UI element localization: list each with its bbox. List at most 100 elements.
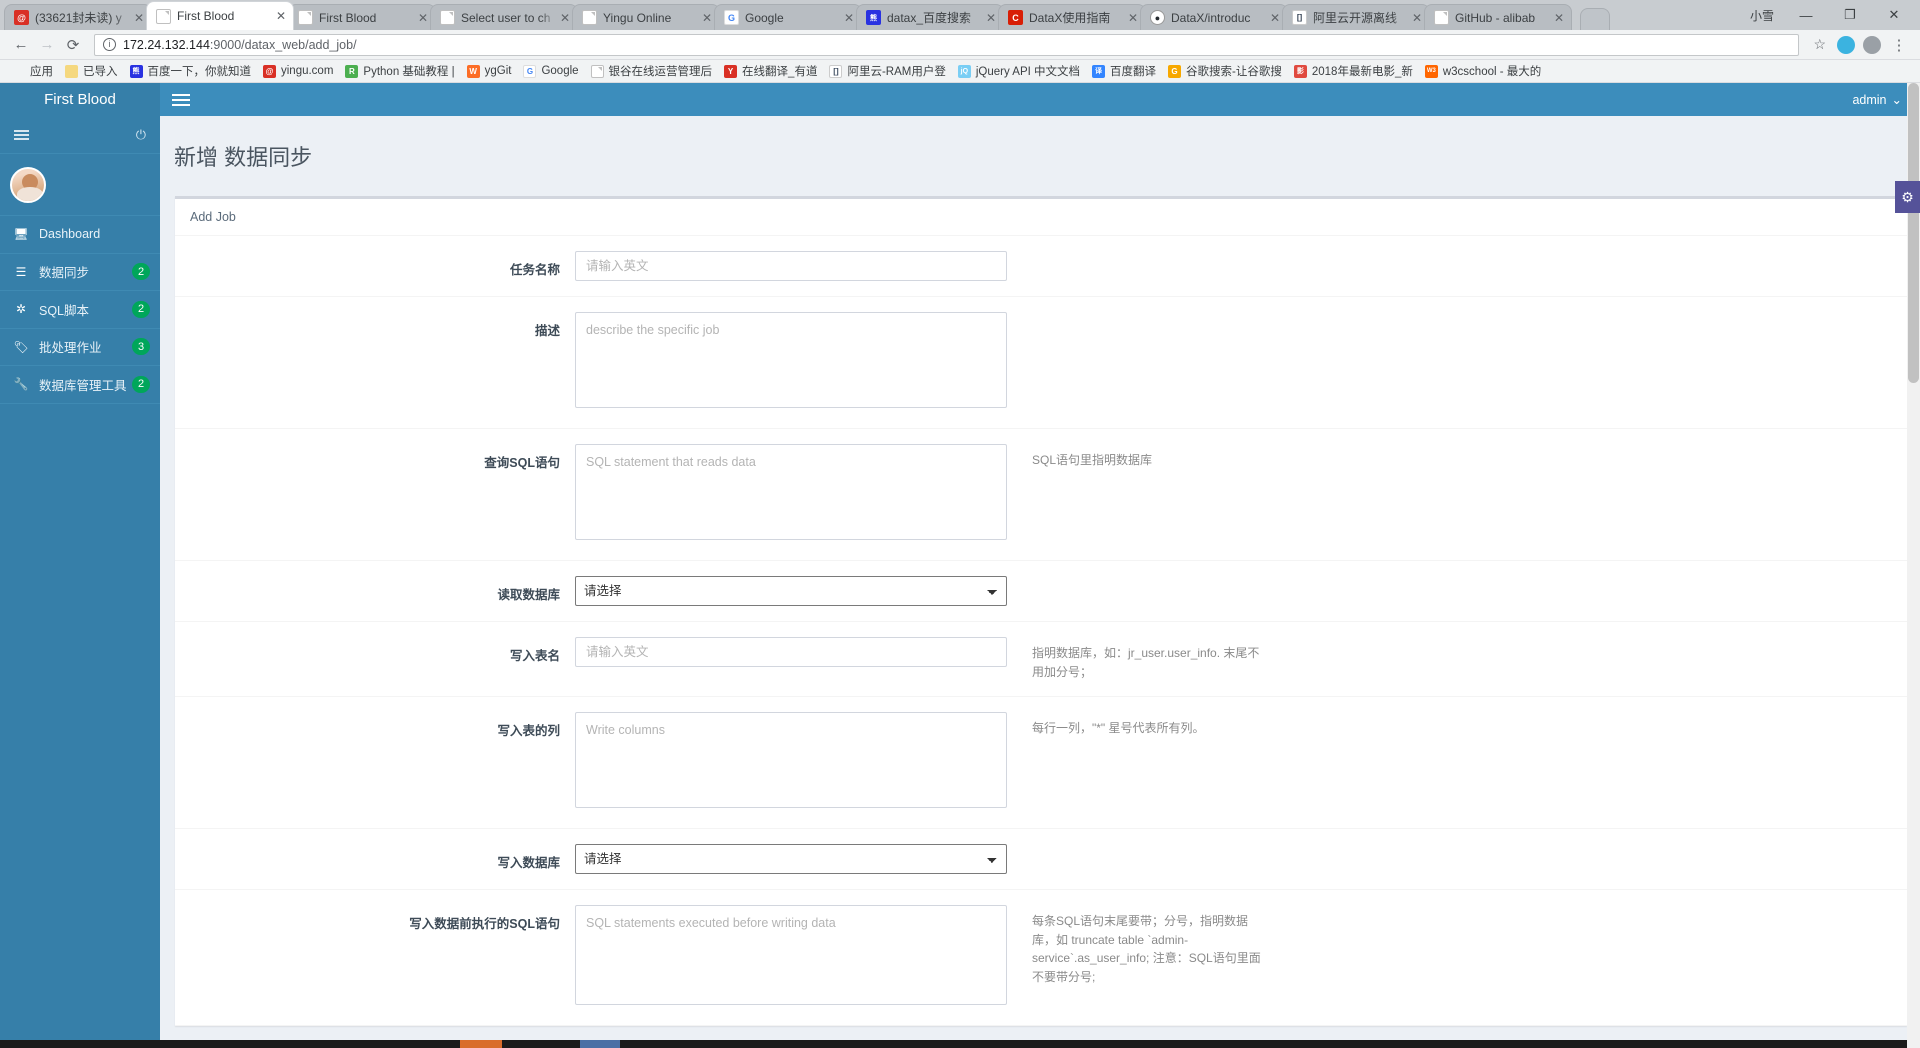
browser-tab[interactable]: First Blood ✕ (288, 4, 436, 30)
mail-icon: @ (14, 10, 29, 25)
new-tab-button[interactable] (1580, 8, 1610, 30)
doc-icon (582, 10, 597, 25)
scrollbar-thumb[interactable] (1908, 83, 1919, 383)
bookmark-item[interactable]: 银谷在线运营管理后 (585, 61, 719, 81)
back-icon[interactable]: ← (8, 32, 34, 58)
bookmark-item[interactable]: 影 2018年最新电影_新 (1288, 61, 1419, 81)
write-columns-textarea[interactable] (575, 712, 1007, 809)
bookmark-item[interactable]: jQ jQuery API 中文文档 (952, 61, 1086, 81)
field-control (575, 905, 1007, 1010)
bookmark-label: 银谷在线运营管理后 (608, 66, 713, 78)
taskbar-item[interactable] (580, 1040, 620, 1048)
close-icon[interactable]: ✕ (1551, 10, 1567, 26)
close-window-icon[interactable]: ✕ (1872, 0, 1916, 30)
settings-gear-icon[interactable]: ⚙ (1895, 181, 1920, 213)
sidebar-item-dashboard[interactable]: 🖥 Dashboard (0, 216, 160, 254)
bookmark-item[interactable]: G 谷歌搜索-让谷歌搜 (1162, 61, 1288, 81)
sidebar-item-batch-job[interactable]: 🏷 批处理作业 3 (0, 329, 160, 366)
field-label: 写入表名 (509, 649, 560, 663)
field-control (575, 637, 1007, 667)
bookmark-item[interactable]: W3 w3cschool - 最大的 (1419, 61, 1547, 81)
bookmark-star-icon[interactable]: ☆ (1807, 36, 1832, 53)
sidebar-item-data-sync[interactable]: ☰ 数据同步 2 (0, 254, 160, 291)
sidebar-nav: 🖥 Dashboard ☰ 数据同步 2 ✲ SQL脚本 2 🏷 批处理作业 3… (0, 216, 160, 404)
bookmark-item[interactable]: 熊 百度一下，你就知道 (124, 61, 258, 81)
menu-icon[interactable] (172, 93, 190, 106)
collapse-menu-icon[interactable] (14, 129, 29, 140)
app-brand[interactable]: First Blood (0, 83, 160, 116)
sidebar-badge: 2 (132, 375, 150, 393)
extension-icon-1[interactable] (1837, 35, 1855, 54)
url-host: 172.24.132.144 (123, 37, 210, 52)
bookmark-item[interactable]: @ yingu.com (257, 61, 339, 81)
close-icon[interactable]: ✕ (1409, 10, 1425, 26)
forward-icon[interactable]: → (34, 32, 60, 58)
maximize-icon[interactable]: ❐ (1828, 0, 1872, 30)
close-icon[interactable]: ✕ (131, 10, 147, 26)
site-info-icon[interactable]: i (103, 38, 116, 51)
bookmark-item[interactable]: R Python 基础教程 | (339, 61, 460, 81)
tab-title: 阿里云开源离线 (1313, 10, 1398, 25)
pre-sql-textarea[interactable] (575, 905, 1007, 1006)
close-icon[interactable]: ✕ (841, 10, 857, 26)
browser-tab-active[interactable]: First Blood ✕ (146, 1, 294, 30)
close-icon[interactable]: ✕ (1267, 10, 1283, 26)
sidebar-item-sql-script[interactable]: ✲ SQL脚本 2 (0, 291, 160, 329)
close-icon[interactable]: ✕ (1125, 10, 1141, 26)
write-table-input[interactable] (575, 637, 1007, 667)
job-name-input[interactable] (575, 251, 1007, 281)
add-job-panel: Add Job 任务名称 描述 (175, 196, 1907, 1027)
browser-tab[interactable]: @ (33621封未读) y ✕ (4, 4, 152, 30)
browser-tab[interactable]: 熊 datax_百度搜索 ✕ (856, 4, 1004, 30)
extension-icon-2[interactable] (1863, 35, 1881, 54)
tab-title: Google (745, 10, 784, 25)
bookmark-item[interactable]: Y 在线翻译_有道 (718, 61, 823, 81)
browser-tab[interactable]: G Google ✕ (714, 4, 862, 30)
chrome-menu-icon[interactable]: ⋮ (1886, 32, 1912, 58)
folder-icon (65, 64, 78, 78)
browser-tab[interactable]: ● DataX/introduc ✕ (1140, 4, 1288, 30)
sidebar-badge: 2 (132, 300, 150, 318)
bookmark-item[interactable]: G Google (517, 61, 584, 81)
address-bar[interactable]: i 172.24.132.144 :9000/datax_web/add_job… (94, 33, 1800, 56)
tab-title: GitHub - alibab (1455, 10, 1536, 25)
description-textarea[interactable] (575, 312, 1007, 408)
page-viewport: First Blood admin ⌄ ⏻ 🖥 Dashboard ☰ 数据同步… (0, 83, 1920, 1048)
doc-icon (1434, 10, 1449, 25)
field-label: 写入表的列 (497, 724, 560, 739)
browser-tab[interactable]: GitHub - alibab ✕ (1424, 4, 1572, 30)
browser-tab[interactable]: Yingu Online ✕ (572, 4, 720, 30)
browser-tab[interactable]: [] 阿里云开源离线 ✕ (1282, 4, 1430, 30)
reload-icon[interactable]: ⟳ (60, 32, 86, 58)
tab-title: First Blood (177, 9, 235, 23)
w3c-icon: W3 (1424, 64, 1438, 78)
toolbar-actions: ☆ ⋮ (1807, 32, 1912, 58)
browser-tab[interactable]: C DataX使用指南 ✕ (998, 4, 1146, 30)
minimize-icon[interactable]: — (1784, 0, 1828, 30)
close-icon[interactable]: ✕ (273, 8, 289, 24)
page-scrollbar[interactable] (1907, 83, 1920, 1048)
user-menu[interactable]: admin ⌄ (1852, 92, 1908, 108)
bookmark-item[interactable]: W ygGit (461, 61, 518, 81)
taskbar-item-active[interactable] (460, 1040, 502, 1048)
field-hint: 指明数据库，如：jr_user.user_info. 末尾不用加分号； (1032, 646, 1260, 679)
close-icon[interactable]: ✕ (557, 10, 573, 26)
close-icon[interactable]: ✕ (699, 10, 715, 26)
close-icon[interactable]: ✕ (415, 10, 431, 26)
bookmark-item[interactable]: [] 阿里云-RAM用户登 (823, 61, 951, 81)
bookmark-label: 阿里云-RAM用户登 (847, 66, 946, 78)
write-database-select[interactable]: 请选择 (575, 844, 1007, 875)
power-icon[interactable]: ⏻ (136, 127, 146, 143)
browser-tab[interactable]: Select user to ch ✕ (430, 4, 578, 30)
sidebar-item-db-tools[interactable]: 🔧 数据库管理工具 2 (0, 366, 160, 404)
field-label: 任务名称 (509, 263, 560, 277)
close-icon[interactable]: ✕ (983, 10, 999, 26)
avatar[interactable] (10, 166, 46, 203)
field-label: 写入数据前执行的SQL语句 (409, 917, 560, 932)
read-database-select[interactable]: 请选择 (575, 576, 1007, 606)
bookmark-item[interactable]: 译 百度翻译 (1086, 61, 1162, 81)
bookmark-item[interactable]: 应用 (6, 61, 59, 81)
query-sql-textarea[interactable] (575, 444, 1007, 540)
bookmark-item[interactable]: 已导入 (59, 61, 124, 81)
doc-icon (590, 64, 604, 78)
